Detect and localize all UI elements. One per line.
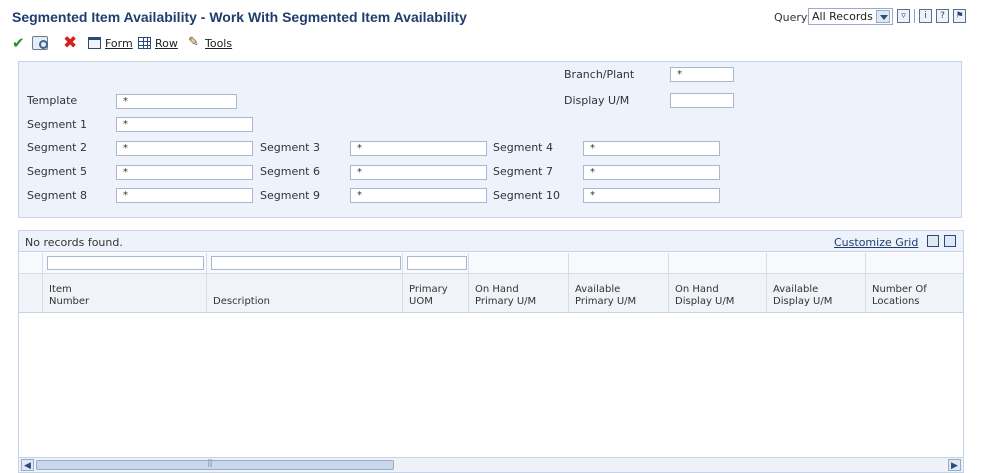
filter-cell-available-display bbox=[767, 253, 866, 274]
info-icon[interactable]: i bbox=[919, 9, 932, 23]
segment-1-field[interactable]: * bbox=[116, 117, 253, 132]
form-icon bbox=[88, 37, 101, 49]
segment-2-label: Segment 2 bbox=[27, 141, 87, 154]
filter-cell-primary-uom bbox=[403, 253, 469, 274]
segment-3-label: Segment 3 bbox=[260, 141, 320, 154]
segment-3-field[interactable]: * bbox=[350, 141, 487, 156]
page-title: Segmented Item Availability - Work With … bbox=[12, 9, 467, 25]
scroll-thumb[interactable] bbox=[36, 458, 394, 470]
personalize-icon[interactable]: ⚑ bbox=[953, 9, 966, 23]
column-description[interactable]: Description bbox=[207, 274, 403, 313]
segment-9-label: Segment 9 bbox=[260, 189, 320, 202]
display-um-field[interactable] bbox=[670, 93, 734, 108]
filter-cell-onhand-display bbox=[669, 253, 767, 274]
column-available-primary-um[interactable]: Available Primary U/M bbox=[569, 274, 669, 313]
select-all-column[interactable] bbox=[19, 274, 43, 313]
tools-menu-label: Tools bbox=[205, 36, 233, 50]
segment-5-field[interactable]: * bbox=[116, 165, 253, 180]
search-criteria-panel: Branch/Plant * Template * Display U/M Se… bbox=[18, 61, 962, 218]
filter-icon[interactable]: ▿ bbox=[897, 9, 910, 23]
tools-menu[interactable]: ✎ Tools bbox=[188, 34, 232, 52]
segment-7-label: Segment 7 bbox=[493, 165, 553, 178]
row-menu-label: Row bbox=[155, 36, 178, 50]
separator bbox=[914, 9, 915, 23]
segment-6-field[interactable]: * bbox=[350, 165, 487, 180]
form-menu[interactable]: Form bbox=[88, 34, 133, 52]
segment-2-field[interactable]: * bbox=[116, 141, 253, 156]
segment-10-field[interactable]: * bbox=[583, 188, 720, 203]
grid-status-bar: No records found. Customize Grid bbox=[19, 231, 963, 252]
filter-cell-select bbox=[19, 253, 43, 274]
segment-8-field[interactable]: * bbox=[116, 188, 253, 203]
row-icon bbox=[138, 37, 151, 49]
segment-5-label: Segment 5 bbox=[27, 165, 87, 178]
no-records-message: No records found. bbox=[25, 236, 123, 249]
branch-plant-label: Branch/Plant bbox=[564, 68, 635, 81]
filter-cell-item-number bbox=[43, 253, 207, 274]
results-grid: No records found. Customize Grid Item Nu… bbox=[18, 230, 964, 473]
filter-primary-uom-field[interactable] bbox=[407, 256, 467, 270]
help-icon[interactable]: ? bbox=[936, 9, 949, 23]
filter-cell-description bbox=[207, 253, 403, 274]
row-menu[interactable]: Row bbox=[138, 34, 178, 52]
export-icon[interactable] bbox=[927, 235, 939, 247]
segment-10-label: Segment 10 bbox=[493, 189, 560, 202]
find-icon[interactable] bbox=[32, 36, 48, 50]
filter-cell-onhand-primary bbox=[469, 253, 569, 274]
segment-8-label: Segment 8 bbox=[27, 189, 87, 202]
column-onhand-primary-um[interactable]: On Hand Primary U/M bbox=[469, 274, 569, 313]
grid-header-row: Item Number Description Primary UOM On H… bbox=[19, 274, 963, 313]
display-um-label: Display U/M bbox=[564, 94, 630, 107]
query-by-example-row bbox=[19, 253, 963, 274]
tools-icon: ✎ bbox=[188, 35, 199, 50]
segment-9-field[interactable]: * bbox=[350, 188, 487, 203]
segment-4-label: Segment 4 bbox=[493, 141, 553, 154]
column-item-number[interactable]: Item Number bbox=[43, 274, 207, 313]
template-field[interactable]: * bbox=[116, 94, 237, 109]
customize-grid-link[interactable]: Customize Grid bbox=[834, 236, 918, 249]
column-onhand-display-um[interactable]: On Hand Display U/M bbox=[669, 274, 767, 313]
segment-1-label: Segment 1 bbox=[27, 118, 87, 131]
column-primary-uom[interactable]: Primary UOM bbox=[403, 274, 469, 313]
toolbar: ✔ ✖ Form Row ✎ Tools bbox=[0, 32, 984, 54]
scroll-left-icon[interactable]: ◀ bbox=[21, 459, 34, 471]
ok-check-icon[interactable]: ✔ bbox=[12, 34, 25, 52]
query-label: Query: bbox=[774, 11, 811, 24]
segment-6-label: Segment 6 bbox=[260, 165, 320, 178]
scroll-right-icon[interactable]: ▶ bbox=[948, 459, 961, 471]
template-label: Template bbox=[27, 94, 78, 107]
segment-4-field[interactable]: * bbox=[583, 141, 720, 156]
horizontal-scrollbar[interactable]: ◀ ▶ bbox=[19, 457, 963, 472]
title-bar: Segmented Item Availability - Work With … bbox=[0, 0, 984, 32]
column-available-display-um[interactable]: Available Display U/M bbox=[767, 274, 866, 313]
form-menu-label: Form bbox=[105, 36, 133, 50]
chevron-down-icon[interactable] bbox=[876, 10, 890, 23]
segment-7-field[interactable]: * bbox=[583, 165, 720, 180]
maximize-icon[interactable] bbox=[944, 235, 956, 247]
filter-item-number-field[interactable] bbox=[47, 256, 204, 270]
cancel-icon[interactable]: ✖ bbox=[63, 34, 77, 52]
filter-cell-available-primary bbox=[569, 253, 669, 274]
column-number-of-locations[interactable]: Number Of Locations bbox=[866, 274, 963, 313]
branch-plant-field[interactable]: * bbox=[670, 67, 734, 82]
filter-description-field[interactable] bbox=[211, 256, 401, 270]
